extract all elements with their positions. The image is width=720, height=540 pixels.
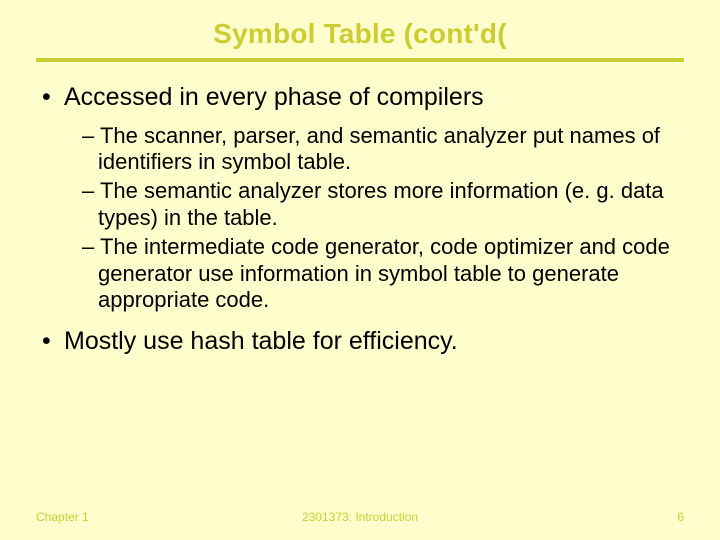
bullet-level-2: The scanner, parser, and semantic analyz… (82, 123, 684, 177)
footer-left: Chapter 1 (36, 510, 89, 524)
slide-footer: Chapter 1 2301373: Introduction 6 (0, 510, 720, 524)
footer-center: 2301373: Introduction (0, 510, 720, 524)
bullet-level-1: Accessed in every phase of compilers (40, 82, 684, 113)
bullet-level-2: The semantic analyzer stores more inform… (82, 178, 684, 232)
footer-page-number: 6 (677, 510, 684, 524)
slide: Symbol Table (cont'd( Accessed in every … (0, 0, 720, 540)
sublist: The scanner, parser, and semantic analyz… (40, 123, 684, 315)
slide-body: Accessed in every phase of compilers The… (36, 62, 684, 357)
slide-title: Symbol Table (cont'd( (36, 18, 684, 56)
bullet-level-2: The intermediate code generator, code op… (82, 234, 684, 314)
bullet-level-1: Mostly use hash table for efficiency. (40, 326, 684, 357)
